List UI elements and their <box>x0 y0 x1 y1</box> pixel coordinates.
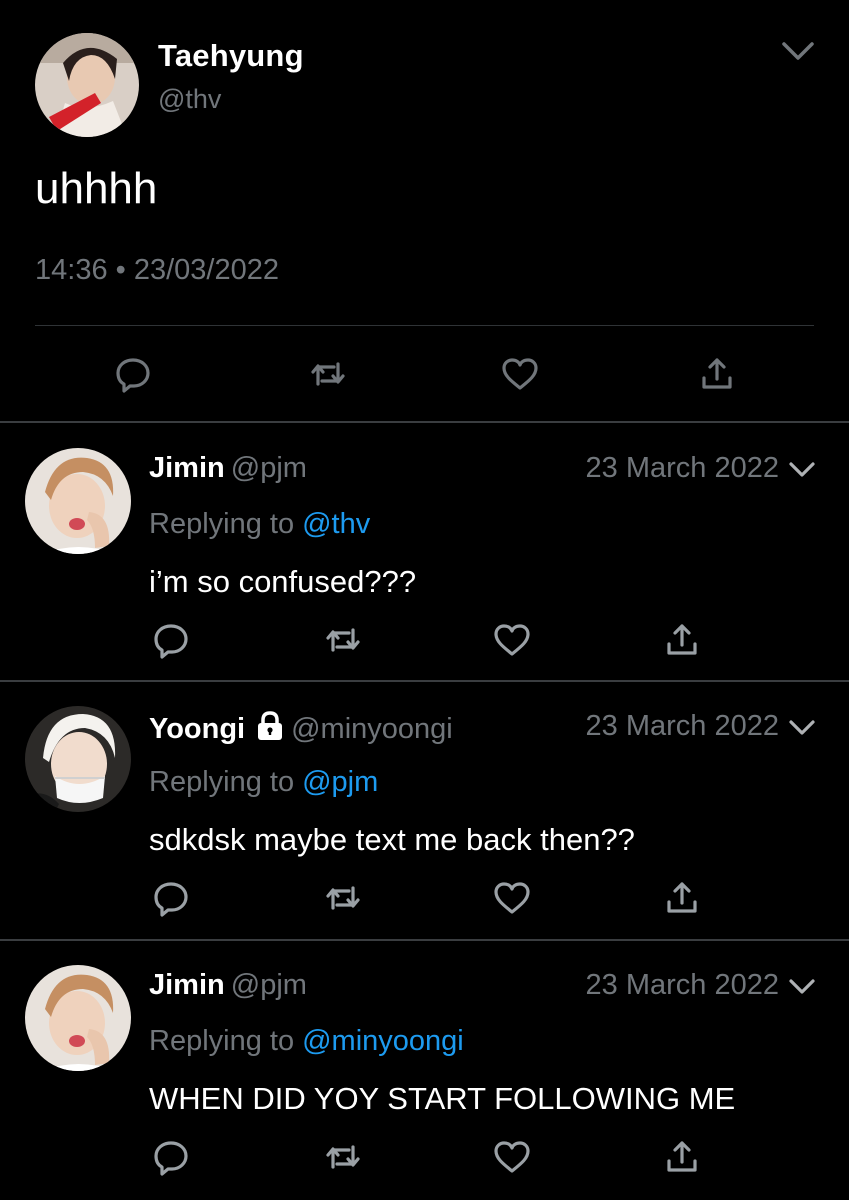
avatar-jimin[interactable] <box>25 965 131 1071</box>
tweet-text: WHEN DID YOY START FOLLOWING ME <box>149 1081 736 1116</box>
replying-to: Replying to @minyoongi <box>149 1025 464 1058</box>
author-handle[interactable]: @minyoongi <box>291 713 453 745</box>
share-icon[interactable] <box>662 1137 702 1177</box>
divider <box>35 325 814 326</box>
tweet-date[interactable]: 23 March 2022 <box>586 452 779 485</box>
main-tweet: Taehyung @thv uhhhh 14:36 • 23/03/2022 <box>0 0 849 422</box>
retweet-icon[interactable] <box>323 878 363 918</box>
author-line: Jimin @pjm <box>149 452 307 485</box>
share-icon[interactable] <box>662 620 702 660</box>
replying-label: Replying to <box>149 766 295 798</box>
tweet-date[interactable]: 23 March 2022 <box>586 710 779 743</box>
meta-separator: • <box>115 254 126 286</box>
heart-icon[interactable] <box>492 620 532 660</box>
heart-icon[interactable] <box>492 878 532 918</box>
avatar-jimin[interactable] <box>25 448 131 554</box>
tweet-text: sdkdsk maybe text me back then?? <box>149 822 635 857</box>
author-line: Jimin @pjm <box>149 969 307 1002</box>
retweet-icon[interactable] <box>323 1137 363 1177</box>
author-name[interactable]: Yoongi <box>149 713 245 745</box>
reply-tweet: Yoongi @minyoongi 23 March 2022 Replying … <box>0 682 849 939</box>
mention-link[interactable]: @thv <box>302 508 370 540</box>
lock-icon <box>258 711 283 740</box>
replying-to: Replying to @pjm <box>149 766 378 799</box>
share-icon[interactable] <box>697 354 737 394</box>
avatar-taehyung[interactable] <box>35 33 139 137</box>
author-name[interactable]: Taehyung <box>158 38 304 74</box>
mention-link[interactable]: @minyoongi <box>302 1025 464 1057</box>
reply-tweet: Jimin @pjm 23 March 2022 Replying to @thv … <box>0 424 849 680</box>
share-icon[interactable] <box>662 878 702 918</box>
author-handle[interactable]: @thv <box>158 84 221 115</box>
chevron-down-icon[interactable] <box>788 718 816 738</box>
retweet-icon[interactable] <box>308 354 348 394</box>
author-name[interactable]: Jimin <box>149 452 225 484</box>
retweet-icon[interactable] <box>323 620 363 660</box>
heart-icon[interactable] <box>500 354 540 394</box>
author-line: Yoongi @minyoongi <box>149 710 453 746</box>
divider <box>0 421 849 423</box>
author-handle[interactable]: @pjm <box>231 452 307 484</box>
tweet-date[interactable]: 23/03/2022 <box>134 254 279 286</box>
tweet-timestamp: 14:36 • 23/03/2022 <box>35 254 279 287</box>
reply-bubble-icon[interactable] <box>113 354 153 394</box>
tweet-text: i’m so confused??? <box>149 564 417 599</box>
replying-to: Replying to @thv <box>149 508 370 541</box>
avatar-yoongi[interactable] <box>25 706 131 812</box>
reply-bubble-icon[interactable] <box>151 878 191 918</box>
chevron-down-icon[interactable] <box>788 977 816 997</box>
replying-label: Replying to <box>149 1025 295 1057</box>
reply-bubble-icon[interactable] <box>151 620 191 660</box>
reply-bubble-icon[interactable] <box>151 1137 191 1177</box>
chevron-down-icon[interactable] <box>788 460 816 480</box>
reply-tweet: Jimin @pjm 23 March 2022 Replying to @miny… <box>0 941 849 1200</box>
tweet-time: 14:36 <box>35 254 108 286</box>
tweet-text: uhhhh <box>35 164 158 213</box>
heart-icon[interactable] <box>492 1137 532 1177</box>
replying-label: Replying to <box>149 508 295 540</box>
tweet-date[interactable]: 23 March 2022 <box>586 969 779 1002</box>
author-name[interactable]: Jimin <box>149 969 225 1001</box>
author-handle[interactable]: @pjm <box>231 969 307 1001</box>
mention-link[interactable]: @pjm <box>302 766 378 798</box>
chevron-down-icon[interactable] <box>780 38 816 64</box>
